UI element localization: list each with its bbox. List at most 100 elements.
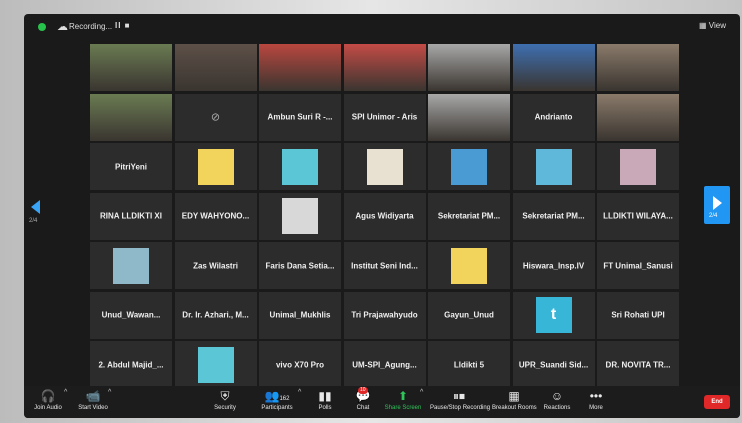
- participant-tile[interactable]: Lldikti 5: [428, 341, 510, 388]
- participant-name: Agus Widiyarta: [355, 211, 414, 221]
- breakout-rooms-label: Breakout Rooms: [492, 405, 537, 411]
- participant-video: [512, 44, 595, 91]
- participant-tile[interactable]: [174, 44, 257, 91]
- participant-tile[interactable]: [428, 143, 510, 190]
- participant-tile[interactable]: EDY WAHYONO...: [174, 192, 257, 240]
- participant-tile[interactable]: PitriYeni: [90, 143, 172, 190]
- participant-tile[interactable]: Ambun Suri R -...: [259, 93, 341, 141]
- participant-tile[interactable]: DR. NOVITA TR...: [597, 341, 679, 388]
- participant-avatar: [282, 198, 318, 234]
- participant-tile[interactable]: [174, 341, 257, 388]
- video-options-caret[interactable]: ^: [108, 389, 111, 396]
- previous-page-button[interactable]: 2/4: [29, 200, 40, 224]
- participant-tile[interactable]: Institut Seni Ind...: [343, 242, 426, 289]
- start-video-button[interactable]: 📹 Start Video: [74, 388, 112, 412]
- share-options-caret[interactable]: ^: [420, 389, 423, 396]
- participant-tile[interactable]: [597, 44, 679, 91]
- share-screen-button[interactable]: ⬆ Share Screen: [384, 388, 422, 412]
- participant-video: [174, 44, 257, 91]
- participant-video: [259, 44, 341, 91]
- participant-tile[interactable]: [90, 242, 172, 289]
- participant-tile[interactable]: vivo X70 Pro: [259, 341, 341, 388]
- participant-tile[interactable]: Sekretariat PM...: [512, 192, 595, 240]
- participant-avatar: [282, 148, 318, 185]
- participant-name: PitriYeni: [114, 162, 147, 171]
- shield-icon: ⛨: [220, 389, 230, 403]
- share-screen-icon: ⬆: [397, 389, 409, 403]
- join-audio-button[interactable]: 🎧 Join Audio: [30, 388, 66, 412]
- participant-tile[interactable]: [512, 143, 595, 190]
- participant-avatar: [197, 148, 234, 185]
- participant-name: Zas Wilastri: [193, 261, 238, 270]
- page-indicator-right: 2/4: [709, 213, 718, 219]
- polls-label: Polls: [318, 405, 332, 411]
- participant-avatar: [535, 148, 572, 185]
- participants-button[interactable]: 👥162 Participants: [256, 388, 298, 412]
- participant-tile[interactable]: [174, 143, 257, 190]
- ellipsis-icon: •••: [589, 389, 603, 403]
- participant-tile[interactable]: [428, 242, 510, 289]
- participant-tile[interactable]: [259, 44, 341, 91]
- reactions-button[interactable]: ☺ Reactions: [542, 388, 572, 412]
- participant-tile[interactable]: [90, 44, 172, 91]
- view-button[interactable]: ▦ View: [699, 21, 726, 30]
- participant-name: RINA LLDIKTI XI: [100, 211, 162, 221]
- participant-tile[interactable]: SPI Unimor - Aris: [343, 93, 426, 141]
- participant-tile[interactable]: [597, 143, 679, 190]
- participant-tile[interactable]: UPR_Suandi Sid...: [512, 341, 595, 388]
- participant-tile[interactable]: Unimal_Mukhlis: [259, 291, 341, 339]
- polls-button[interactable]: ▮▮ Polls: [312, 388, 338, 412]
- chat-button[interactable]: 💬 10 Chat: [350, 387, 376, 412]
- security-button[interactable]: ⛨ Security: [210, 388, 240, 412]
- smiley-icon: ☺: [550, 389, 564, 403]
- participant-tile[interactable]: Gayun_Unud: [428, 291, 510, 339]
- security-label: Security: [214, 405, 236, 411]
- audio-options-caret[interactable]: ^: [64, 389, 67, 396]
- participant-tile[interactable]: [428, 44, 510, 91]
- recording-status: Recording...: [69, 22, 113, 31]
- participant-tile[interactable]: 2. Abdul Majid_...: [90, 341, 172, 388]
- breakout-rooms-button[interactable]: ▦ Breakout Rooms: [492, 388, 537, 412]
- participant-video: [597, 93, 679, 141]
- reactions-label: Reactions: [543, 405, 571, 411]
- participant-tile[interactable]: Tri Prajawahyudo: [343, 291, 426, 339]
- participant-avatar: [451, 148, 487, 185]
- participant-tile[interactable]: Agus Widiyarta: [343, 192, 426, 240]
- participant-tile[interactable]: [597, 93, 679, 141]
- participant-name: Sekretariat PM...: [437, 211, 501, 221]
- participant-tile[interactable]: [512, 44, 595, 91]
- arrow-right-icon: [713, 196, 722, 210]
- recording-pause-stop-controls[interactable]: II ■: [115, 21, 131, 30]
- participant-tile[interactable]: Hiswara_Insp.IV: [512, 242, 595, 289]
- end-meeting-button[interactable]: End: [704, 395, 730, 409]
- participant-tile[interactable]: [343, 143, 426, 190]
- participant-tile[interactable]: [259, 192, 341, 240]
- participant-tile[interactable]: [343, 44, 426, 91]
- participant-video: [428, 93, 510, 141]
- more-label: More: [589, 405, 603, 411]
- participant-tile[interactable]: Andrianto: [512, 93, 595, 141]
- more-button[interactable]: ••• More: [584, 388, 608, 412]
- participant-tile[interactable]: ⊘: [174, 93, 257, 141]
- participant-tile[interactable]: Faris Dana Setia...: [259, 242, 341, 289]
- participants-options-caret[interactable]: ^: [298, 389, 301, 396]
- participant-tile[interactable]: [90, 93, 172, 141]
- pause-stop-recording-button[interactable]: ⏸⏹ Pause/Stop Recording: [430, 388, 490, 412]
- participant-tile[interactable]: Unud_Wawan...: [90, 291, 172, 339]
- participant-tile[interactable]: LLDIKTI WILAYA...: [597, 192, 679, 240]
- camera-off-icon: ⊘: [210, 111, 221, 124]
- participant-tile[interactable]: UM-SPI_Agung...: [343, 341, 426, 388]
- next-page-button[interactable]: 2/4: [704, 186, 730, 224]
- participant-tile[interactable]: t: [512, 291, 595, 339]
- participant-tile[interactable]: RINA LLDIKTI XI: [90, 192, 172, 240]
- participant-name: 2. Abdul Majid_...: [98, 360, 164, 369]
- participant-tile[interactable]: [428, 93, 510, 141]
- participant-tile[interactable]: Zas Wilastri: [174, 242, 257, 289]
- participant-tile[interactable]: [259, 143, 341, 190]
- participant-tile[interactable]: Sri Rohati UPI: [597, 291, 679, 339]
- participant-tile[interactable]: FT Unimal_Sanusi: [597, 242, 679, 289]
- view-label: View: [708, 21, 726, 30]
- participant-tile[interactable]: Sekretariat PM...: [428, 192, 510, 240]
- participant-video: [90, 44, 172, 91]
- participant-tile[interactable]: Dr. Ir. Azhari., M...: [174, 291, 257, 339]
